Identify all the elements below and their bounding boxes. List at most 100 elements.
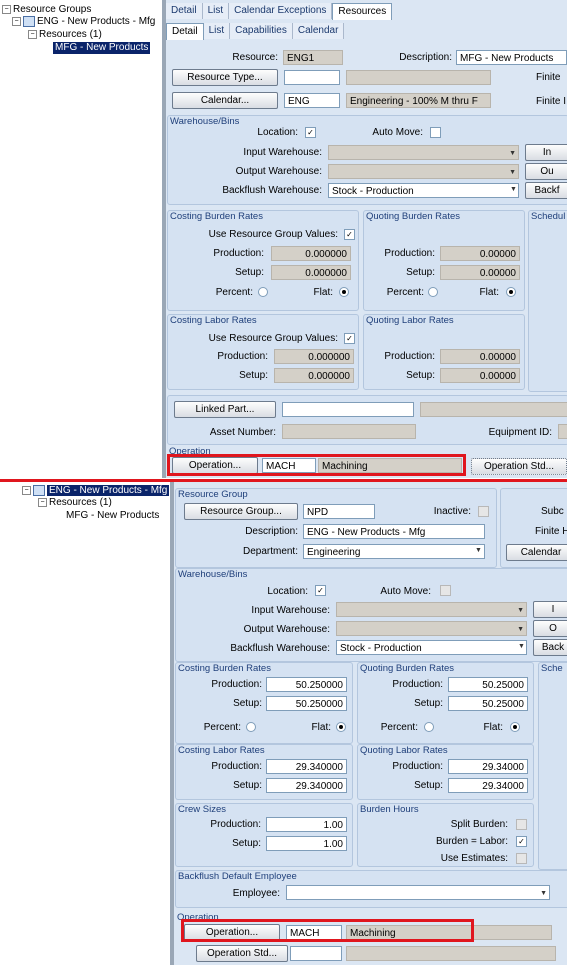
inner-tabs: Detail List Capabilities Calendar — [166, 23, 345, 40]
chevron-down-icon[interactable]: ▼ — [475, 547, 494, 554]
production-field[interactable]: 29.340000 — [266, 759, 347, 774]
resource-group-button[interactable]: Resource Group... — [184, 503, 298, 520]
percent-radio[interactable] — [246, 722, 256, 732]
setup-field[interactable]: 29.34000 — [448, 778, 528, 793]
quoting-burden-group: Quoting Burden Rates Production: 0.00000… — [363, 210, 525, 311]
chevron-down-icon[interactable]: ▼ — [517, 603, 524, 616]
calendar-button[interactable]: Calendar — [506, 544, 567, 561]
flat-radio[interactable] — [510, 722, 520, 732]
flat-radio[interactable] — [506, 287, 516, 297]
setup-label: Setup: — [235, 267, 264, 278]
tab-resources[interactable]: Resources — [332, 3, 393, 20]
auto-move-checkbox[interactable] — [430, 127, 441, 138]
output-warehouse-label: Output Warehouse: — [243, 624, 330, 635]
setup-field[interactable]: 0.00000 — [440, 265, 520, 280]
backflush-warehouse-select[interactable]: Stock - Production — [336, 640, 527, 655]
flat-radio[interactable] — [336, 722, 346, 732]
collapse-icon[interactable]: − — [28, 29, 37, 39]
chevron-down-icon[interactable]: ▼ — [509, 146, 516, 159]
input-warehouse-select[interactable]: ▼ — [328, 145, 519, 160]
production-field[interactable]: 0.000000 — [271, 246, 351, 261]
group-title: Costing Burden Rates — [170, 211, 263, 222]
tree-node-resources[interactable]: − Resources (1) — [28, 29, 102, 41]
output-warehouse-select[interactable]: ▼ — [328, 164, 519, 179]
production-field[interactable]: 29.34000 — [448, 759, 528, 774]
chevron-down-icon[interactable]: ▼ — [540, 886, 547, 899]
input-warehouse-button[interactable]: I — [533, 601, 567, 618]
collapse-icon[interactable]: − — [2, 4, 11, 14]
operation-std-field[interactable] — [290, 946, 342, 961]
production-field[interactable]: 0.000000 — [274, 349, 354, 364]
auto-move-checkbox[interactable] — [440, 585, 451, 596]
employee-select[interactable]: ▼ — [286, 885, 550, 900]
resource-field[interactable]: ENG1 — [283, 50, 343, 65]
tree-node-resource[interactable]: MFG - New Products — [53, 42, 151, 54]
finite-label: Finite — [536, 72, 561, 83]
setup-field[interactable]: 0.000000 — [274, 368, 354, 383]
production-field[interactable]: 0.00000 — [440, 246, 520, 261]
setup-field[interactable]: 0.00000 — [440, 368, 520, 383]
output-warehouse-button[interactable]: O — [533, 620, 567, 637]
input-warehouse-button[interactable]: In — [525, 144, 567, 161]
input-warehouse-select[interactable]: ▼ — [336, 602, 527, 617]
tree-node-resource[interactable]: MFG - New Products — [66, 510, 159, 522]
setup-field[interactable]: 50.25000 — [448, 696, 528, 711]
resource-type-button[interactable]: Resource Type... — [172, 69, 278, 86]
tree-node-group[interactable]: − ENG - New Products - Mfg — [12, 16, 155, 28]
calendar-button[interactable]: Calendar... — [172, 92, 278, 109]
output-warehouse-button[interactable]: Ou — [525, 163, 567, 180]
tab-capabilities[interactable]: Capabilities — [230, 23, 293, 39]
setup-field[interactable]: 50.250000 — [266, 696, 347, 711]
tree-node-group[interactable]: − ENG - New Products - Mfg — [22, 485, 170, 497]
tab-detail[interactable]: Detail — [166, 23, 204, 40]
backflush-button[interactable]: Back — [533, 639, 567, 656]
use-estimates-checkbox[interactable] — [516, 853, 527, 864]
production-field[interactable]: 50.25000 — [448, 677, 528, 692]
output-warehouse-select[interactable]: ▼ — [336, 621, 527, 636]
setup-field[interactable]: 0.000000 — [271, 265, 351, 280]
resource-group-field[interactable]: NPD — [303, 504, 375, 519]
chevron-down-icon[interactable]: ▼ — [509, 165, 516, 178]
tab-list[interactable]: List — [203, 23, 231, 39]
production-field[interactable]: 1.00 — [266, 817, 347, 832]
backflush-warehouse-select[interactable]: Stock - Production — [328, 183, 519, 198]
use-group-values-checkbox[interactable]: ✓ — [344, 229, 355, 240]
collapse-icon[interactable]: − — [38, 497, 47, 507]
linked-part-button[interactable]: Linked Part... — [174, 401, 276, 418]
description-field[interactable]: MFG - New Products — [456, 50, 567, 65]
calendar-field[interactable]: ENG — [284, 93, 340, 108]
backflush-button[interactable]: Backf — [525, 182, 567, 199]
burden-equals-labor-checkbox[interactable]: ✓ — [516, 836, 527, 847]
split-burden-checkbox[interactable] — [516, 819, 527, 830]
production-field[interactable]: 0.00000 — [440, 349, 520, 364]
description-label: Description: — [245, 526, 298, 537]
tree-node-resource-groups[interactable]: − Resource Groups — [2, 4, 91, 16]
tab-calendar[interactable]: Calendar — [292, 23, 345, 39]
setup-field[interactable]: 29.340000 — [266, 778, 347, 793]
tab-detail[interactable]: Detail — [166, 3, 203, 19]
percent-radio[interactable] — [424, 722, 434, 732]
tab-list[interactable]: List — [202, 3, 230, 19]
percent-radio[interactable] — [258, 287, 268, 297]
department-select[interactable]: Engineering — [303, 544, 485, 559]
chevron-down-icon[interactable]: ▼ — [517, 622, 524, 635]
location-checkbox[interactable]: ✓ — [305, 127, 316, 138]
description-field[interactable]: ENG - New Products - Mfg — [303, 524, 485, 539]
collapse-icon[interactable]: − — [12, 17, 21, 26]
asset-number-field[interactable] — [282, 424, 416, 439]
operation-std-button[interactable]: Operation Std... — [471, 458, 567, 475]
tree-node-resources[interactable]: − Resources (1) — [38, 497, 112, 509]
setup-field[interactable]: 1.00 — [266, 836, 347, 851]
linked-part-field[interactable] — [282, 402, 414, 417]
resource-type-field[interactable] — [284, 70, 340, 85]
equipment-id-field[interactable] — [558, 424, 567, 439]
operation-std-button[interactable]: Operation Std... — [196, 945, 288, 962]
tab-calendar-exceptions[interactable]: Calendar Exceptions — [229, 3, 333, 19]
location-checkbox[interactable]: ✓ — [315, 585, 326, 596]
inactive-checkbox[interactable] — [478, 506, 489, 517]
use-group-values-checkbox[interactable]: ✓ — [344, 333, 355, 344]
percent-radio[interactable] — [428, 287, 438, 297]
collapse-icon[interactable]: − — [22, 486, 31, 495]
production-field[interactable]: 50.250000 — [266, 677, 347, 692]
flat-radio[interactable] — [339, 287, 349, 297]
